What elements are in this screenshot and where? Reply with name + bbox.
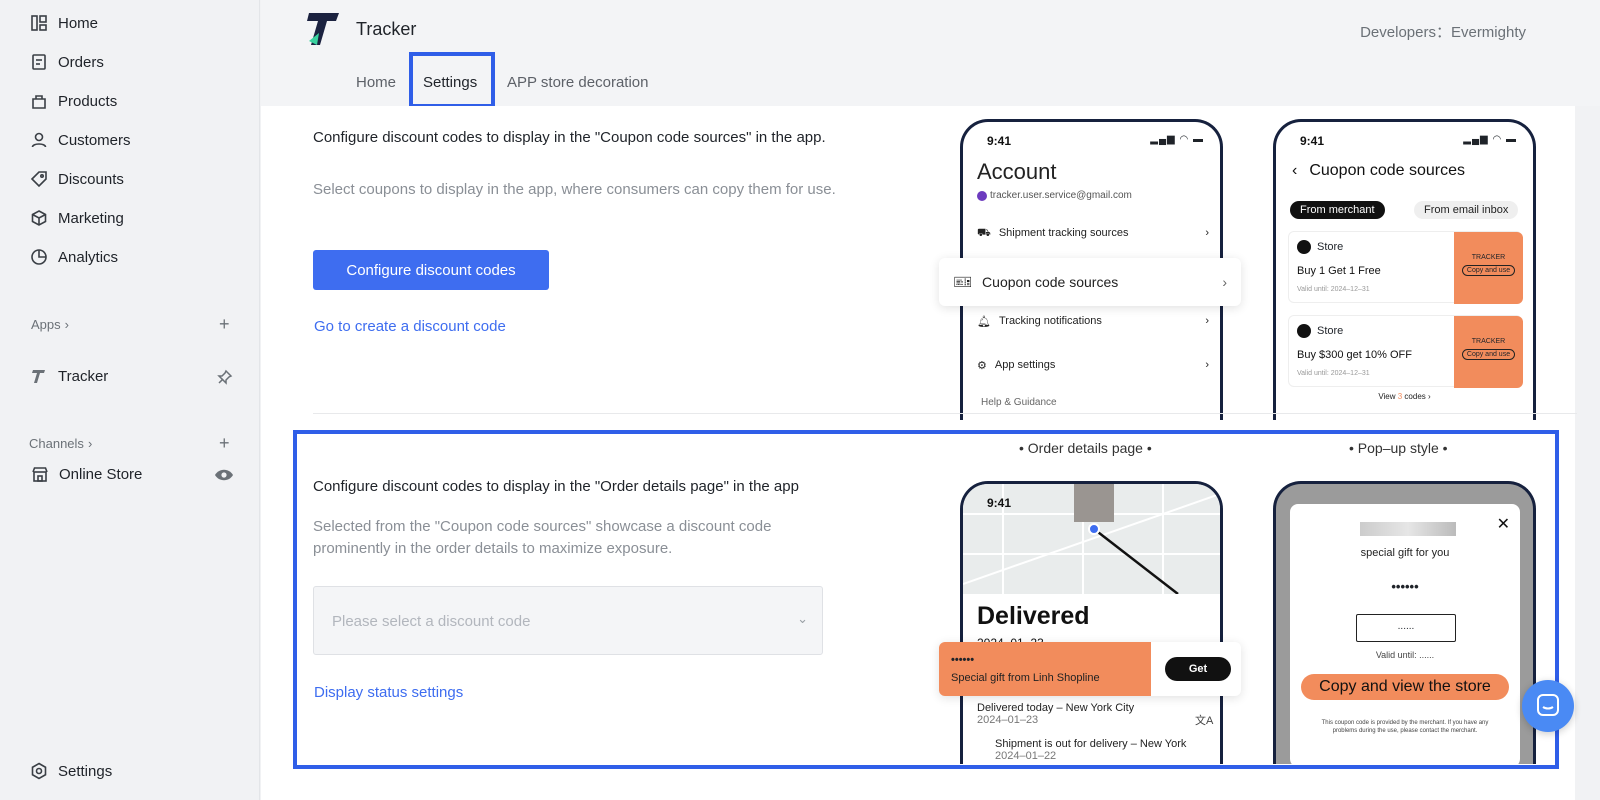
store-icon	[32, 467, 48, 482]
configure-discount-codes-button[interactable]: Configure discount codes	[313, 250, 549, 290]
tracker-logo-icon	[32, 370, 45, 383]
chat-icon	[1537, 694, 1559, 716]
sidebar-item-customers[interactable]: Customers	[30, 131, 131, 149]
status-bar-icons: ▂▄▆ ◠ ▬	[1150, 134, 1204, 145]
truck-icon: ⛟	[977, 227, 991, 239]
coupon-card: Store Buy 1 Get 1 Free Valid until: 2024…	[1288, 231, 1523, 304]
marketing-icon	[31, 210, 47, 226]
section2-description: Selected from the "Coupon code sources" …	[313, 518, 772, 557]
coupon-card: Store Buy $300 get 10% OFF Valid until: …	[1288, 315, 1523, 388]
chevron-down-icon: ⌄	[797, 611, 808, 626]
discount-code-select[interactable]: Please select a discount code ⌄	[313, 586, 823, 655]
sidebar-item-products[interactable]: Products	[30, 92, 117, 110]
apps-section-toggle[interactable]: Apps ›	[31, 317, 69, 332]
create-discount-code-link[interactable]: Go to create a discount code	[314, 318, 506, 335]
sidebar-item-home[interactable]: Home	[30, 14, 98, 32]
sidebar-item-online-store[interactable]: Online Store	[31, 465, 142, 483]
eye-icon[interactable]	[214, 467, 234, 488]
analytics-icon	[31, 249, 47, 265]
coupon-sources-row-highlight: 🎫︎ Cuopon code sources ›	[939, 258, 1241, 306]
tab-home[interactable]: Home	[356, 74, 396, 91]
popup-phone-preview: ✕ special gift for you •••••• ...... Val…	[1273, 481, 1536, 764]
display-status-settings-link[interactable]: Display status settings	[314, 684, 463, 701]
discounts-icon	[30, 171, 47, 188]
coupon-phone-preview: 9:41 ▂▄▆ ◠ ▬ ‹ Cuopon code sources From m…	[1273, 119, 1536, 420]
channels-section-toggle[interactable]: Channels ›	[29, 436, 92, 451]
translate-icon: 文A	[1195, 715, 1214, 727]
section1-title: Configure discount codes to display in t…	[313, 129, 826, 146]
chevron-right-icon: ›	[1222, 274, 1227, 290]
app-header: Tracker Developers：Evermighty Home Setti…	[261, 0, 1600, 108]
popup-style-caption: • Pop–up style •	[1349, 440, 1448, 456]
tracker-logo	[307, 11, 341, 52]
gift-banner: •••••• Special gift from Linh Shopline G…	[939, 642, 1241, 696]
section1-description: Select coupons to display in the app, wh…	[313, 181, 836, 198]
app-title: Tracker	[356, 19, 417, 39]
pin-icon[interactable]	[217, 369, 233, 390]
sidebar-item-settings[interactable]: Settings	[30, 762, 112, 780]
settings-icon	[31, 762, 47, 780]
sidebar-item-analytics[interactable]: Analytics	[30, 248, 118, 266]
add-app-button[interactable]: +	[219, 314, 230, 335]
orders-icon	[32, 54, 46, 70]
ticket-icon: 🎫︎	[953, 274, 973, 291]
products-icon	[32, 95, 46, 109]
close-icon: ✕	[1496, 516, 1510, 533]
section2-title: Configure discount codes to display in t…	[313, 478, 799, 495]
get-coupon-button: Get	[1165, 657, 1231, 681]
copy-and-view-store-button: Copy and view the store	[1301, 674, 1509, 700]
order-details-phone-preview: 9:41 Delivered 2024–01–23 Delivered toda…	[960, 481, 1223, 764]
sidebar: Home Orders Products Customers Discounts…	[0, 0, 260, 800]
bell-icon: 🔔︎	[977, 316, 991, 328]
sidebar-item-orders[interactable]: Orders	[30, 53, 104, 71]
avatar	[977, 190, 987, 201]
developer-label: Developers：Evermighty	[1360, 24, 1526, 41]
sidebar-item-tracker[interactable]: Tracker	[30, 367, 108, 385]
sidebar-item-marketing[interactable]: Marketing	[30, 209, 124, 227]
order-details-caption: • Order details page •	[1019, 440, 1152, 456]
settings-panel: Configure discount codes to display in t…	[261, 106, 1577, 800]
chevron-right-icon: ›	[87, 436, 93, 451]
add-channel-button[interactable]: +	[219, 433, 230, 454]
gear-icon: ⚙	[977, 360, 987, 372]
section-divider	[313, 413, 1577, 414]
customers-icon	[31, 132, 47, 148]
blurred-store-name	[1360, 522, 1456, 536]
home-icon	[31, 15, 47, 31]
sidebar-item-discounts[interactable]: Discounts	[30, 170, 124, 188]
popup-dialog: ✕ special gift for you •••••• ...... Val…	[1290, 504, 1520, 764]
chat-button[interactable]	[1522, 680, 1574, 732]
tab-app-store-decoration[interactable]: APP store decoration	[507, 74, 648, 91]
chevron-right-icon: ›	[64, 317, 69, 332]
tab-settings[interactable]: Settings	[409, 52, 495, 108]
back-icon: ‹	[1292, 162, 1298, 179]
